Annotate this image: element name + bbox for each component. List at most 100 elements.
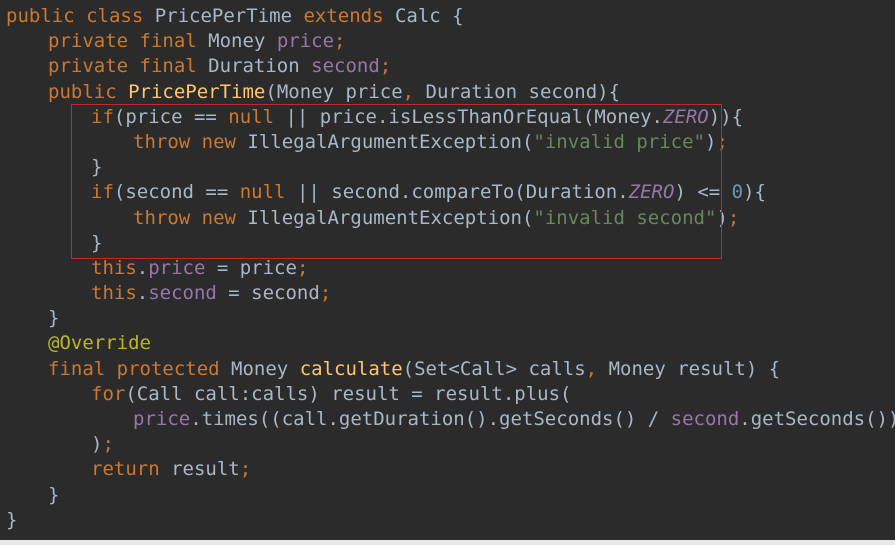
code-line-17: price.times((call.getDuration().getSecon… [0, 407, 895, 432]
return-type: Money [219, 357, 300, 380]
field-price: price [148, 256, 206, 279]
code-line-21: } [0, 508, 895, 533]
semicolon: ; [296, 256, 309, 279]
keyword-throw: throw [133, 206, 191, 229]
string-literal: "invalid second" [533, 206, 717, 229]
field-second: second [311, 55, 380, 78]
string-literal: "invalid price" [533, 130, 705, 153]
code-line-7: } [0, 155, 895, 180]
type-name: Money [196, 30, 277, 53]
code-line-2: private final Money price; [0, 29, 895, 54]
keyword-throw: throw [133, 130, 191, 153]
paren-close: ) [716, 206, 728, 229]
keyword-if: if [91, 105, 114, 128]
code-line-11: this.price = price; [0, 256, 895, 281]
keyword-class: class [86, 5, 144, 27]
keyword-private: private [48, 30, 129, 53]
code-line-6: throw new IllegalArgumentException("inva… [0, 130, 895, 155]
code-line-13: } [0, 306, 895, 331]
keyword-this: this [91, 256, 137, 279]
keyword-private: private [48, 55, 129, 78]
code-line-16: for(Call call:calls) result = result.plu… [0, 382, 895, 407]
method-name: calculate [299, 357, 403, 380]
condition-close: )){ [708, 105, 744, 128]
code-line-14: @Override [0, 331, 895, 356]
brace-close: } [48, 307, 60, 330]
code-line-12: this.second = second; [0, 281, 895, 306]
semicolon: ; [716, 130, 728, 153]
semicolon: ; [239, 458, 252, 481]
semicolon: ; [319, 282, 332, 305]
keyword-extends: extends [303, 5, 384, 27]
annotation-override: @Override [48, 332, 151, 355]
return-value: result [159, 458, 240, 481]
param-list: (Money price [265, 80, 403, 103]
assignment: = second [216, 282, 320, 305]
semicolon: ; [102, 433, 114, 456]
comparison: ) <= [674, 181, 732, 204]
type-name: Duration [196, 55, 312, 78]
code-line-15: final protected Money calculate(Set<Call… [0, 357, 895, 382]
code-line-19: return result; [0, 457, 895, 482]
semicolon: ; [379, 55, 392, 78]
param-list-rest: Money result) { [597, 357, 781, 380]
class-name: PricePerTime [143, 5, 304, 27]
expression-rest: .getSeconds())) [739, 408, 895, 430]
param-list: (Set<Call> calls [402, 357, 586, 380]
brace-close: } [91, 156, 103, 179]
bottom-edge [0, 540, 895, 545]
paren-close: ) [91, 433, 103, 456]
keyword-this: this [91, 282, 137, 305]
code-line-20: } [0, 483, 895, 508]
number-literal: 0 [731, 181, 744, 204]
assignment: = price [205, 256, 297, 279]
code-line-4: public PricePerTime(Money price, Duratio… [0, 80, 895, 105]
dot: . [136, 282, 149, 305]
for-body: (Call call:calls) result = result.plus( [125, 382, 572, 405]
expression: .times((call.getDuration().getSeconds() … [190, 408, 671, 430]
keyword-null: null [228, 105, 275, 128]
field-price: price [276, 30, 335, 53]
condition-close: ){ [743, 181, 766, 204]
field-price: price [133, 408, 191, 430]
keyword-public: public [48, 80, 117, 103]
condition-rest: || second.compareTo(Duration. [285, 181, 629, 204]
condition-rest: || price.isLessThanOrEqual(Money. [274, 105, 663, 128]
keyword-new: new [201, 206, 236, 229]
brace-close: } [48, 483, 60, 506]
exception-call: IllegalArgumentException( [235, 130, 534, 153]
keyword-final: final [139, 55, 197, 78]
constant-zero: ZERO [662, 105, 709, 128]
keyword-for: for [91, 382, 126, 405]
semicolon: ; [334, 30, 346, 53]
superclass-name: Calc { [383, 5, 464, 27]
code-line-1: public class PricePerTime extends Calc { [0, 4, 895, 29]
code-line-18: ); [0, 432, 895, 457]
comma: , [402, 80, 415, 103]
keyword-return: return [91, 458, 160, 481]
keyword-public: public [6, 5, 75, 27]
comma: , [585, 357, 598, 380]
paren-close: ) [705, 130, 717, 153]
keyword-if: if [91, 181, 114, 204]
keyword-final: final [48, 357, 106, 380]
code-editor[interactable]: public class PricePerTime extends Calc {… [0, 0, 895, 545]
keyword-final: final [139, 30, 197, 53]
exception-call: IllegalArgumentException( [235, 206, 534, 229]
code-line-8: if(second == null || second.compareTo(Du… [0, 180, 895, 205]
code-line-5: if(price == null || price.isLessThanOrEq… [0, 105, 895, 130]
brace-close: } [6, 508, 18, 531]
constant-zero: ZERO [628, 181, 675, 204]
keyword-protected: protected [116, 357, 220, 380]
keyword-new: new [201, 130, 236, 153]
condition: (price == [113, 105, 229, 128]
semicolon: ; [727, 206, 740, 229]
code-line-9: throw new IllegalArgumentException("inva… [0, 206, 895, 231]
